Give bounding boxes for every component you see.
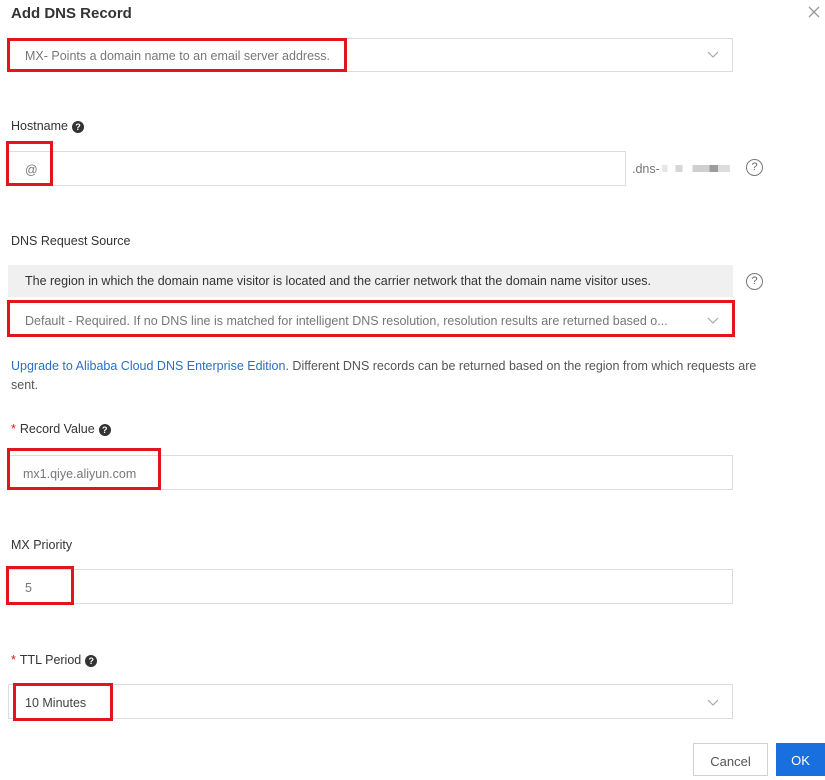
upgrade-notice: Upgrade to Alibaba Cloud DNS Enterprise …: [11, 357, 811, 395]
highlight-box: [7, 448, 161, 490]
redacted-domain: [661, 165, 730, 172]
highlight-box: [6, 141, 53, 186]
help-icon[interactable]: ?: [85, 655, 98, 667]
highlight-box: [7, 300, 735, 337]
hostname-input[interactable]: @: [8, 151, 626, 186]
ttl-select[interactable]: 10 Minutes: [8, 684, 733, 719]
ok-button[interactable]: OK: [776, 743, 825, 776]
help-circle-icon[interactable]: ?: [746, 159, 763, 176]
highlight-box: [6, 566, 74, 605]
upgrade-link[interactable]: Upgrade to Alibaba Cloud DNS Enterprise …: [11, 359, 285, 373]
cancel-button[interactable]: Cancel: [693, 743, 768, 776]
help-icon[interactable]: ?: [98, 424, 111, 436]
help-circle-icon[interactable]: ?: [746, 273, 763, 290]
upgrade-text: . Different DNS records can be returned …: [285, 359, 757, 373]
dns-request-source-label: DNS Request Source: [11, 234, 131, 248]
record-value-label: * Record Value?: [11, 422, 111, 436]
upgrade-text-end: sent.: [11, 378, 39, 392]
highlight-box: [7, 38, 347, 72]
mx-priority-input[interactable]: 5: [8, 569, 733, 604]
close-icon[interactable]: [806, 4, 822, 20]
dialog-title: Add DNS Record: [11, 5, 132, 22]
ttl-period-label: * TTL Period?: [11, 653, 98, 667]
help-icon[interactable]: ?: [71, 121, 84, 133]
required-mark: *: [11, 422, 16, 436]
domain-suffix: .dns-: [632, 162, 730, 176]
chevron-down-icon: [707, 699, 719, 706]
required-mark: *: [11, 653, 16, 667]
highlight-box: [13, 683, 113, 721]
chevron-down-icon: [707, 51, 719, 58]
dns-request-source-info: The region in which the domain name visi…: [8, 265, 733, 297]
mx-priority-label: MX Priority: [11, 538, 73, 552]
hostname-label: Hostname?: [11, 119, 84, 133]
